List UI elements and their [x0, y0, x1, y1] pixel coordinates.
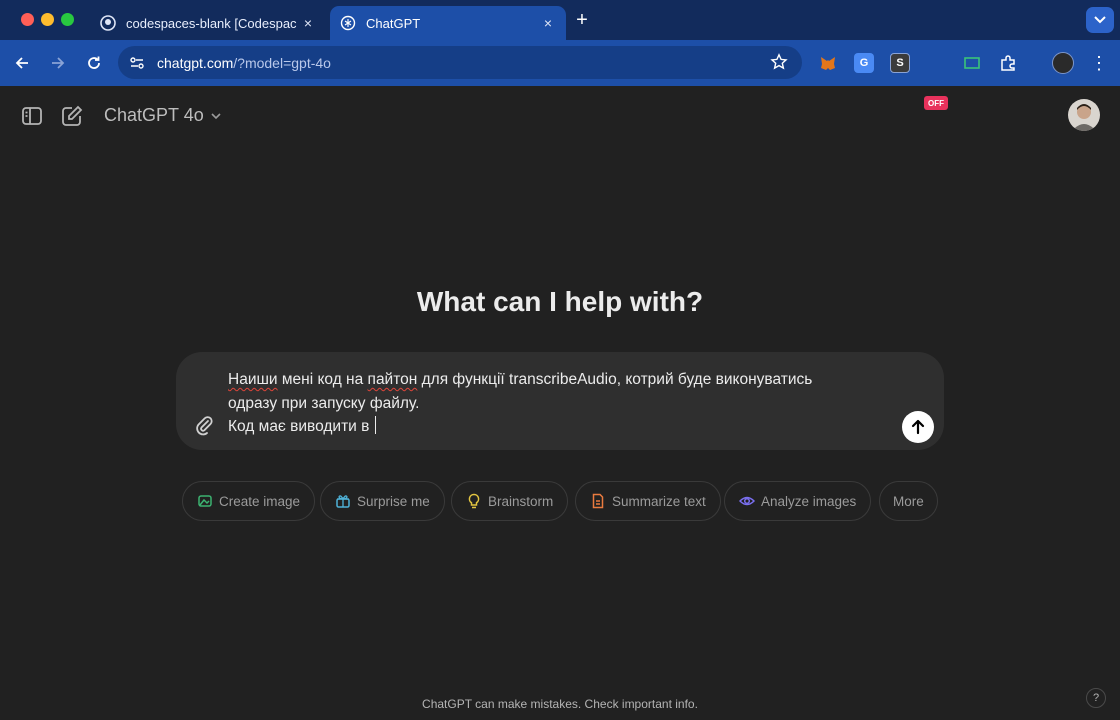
url-host: chatgpt.com: [157, 55, 234, 71]
composer-text-segment: для функції transcribeAudio, котрий буде…: [417, 371, 813, 388]
browser-profile-avatar[interactable]: [1052, 52, 1074, 74]
browser-menu-icon[interactable]: ⋮: [1090, 52, 1108, 74]
url-text: chatgpt.com/?model=gpt-4o: [157, 55, 331, 71]
document-icon: [592, 493, 604, 509]
composer-text-line: Код має виводити в: [228, 418, 374, 435]
metamask-icon[interactable]: [818, 53, 838, 73]
chip-summarize-text[interactable]: Summarize text: [575, 481, 721, 521]
arrow-left-icon: [15, 57, 28, 69]
chip-brainstorm[interactable]: Brainstorm: [451, 481, 569, 521]
new-tab-button[interactable]: +: [572, 10, 592, 30]
message-input[interactable]: Наиши мені код на пайтон для функції tra…: [228, 368, 868, 439]
close-tab-icon[interactable]: ×: [300, 15, 316, 31]
text-cursor: [374, 416, 376, 434]
tab-search-button[interactable]: [1086, 7, 1114, 33]
misspelled-word: пайтон: [367, 371, 418, 388]
chip-label: Create image: [219, 493, 301, 509]
arrow-up-icon: [911, 419, 925, 435]
chip-surprise-me[interactable]: Surprise me: [320, 481, 445, 521]
page-title: What can I help with?: [416, 286, 704, 317]
chip-more[interactable]: More: [879, 481, 938, 521]
url-path: /?model=gpt-4o: [233, 55, 331, 71]
surprise-gift-icon: [336, 495, 350, 508]
model-selector[interactable]: ChatGPT 4o: [104, 105, 222, 126]
create-image-icon: [198, 495, 212, 507]
browser-tab-chatgpt[interactable]: ChatGPT ×: [330, 6, 566, 40]
reload-icon: [88, 56, 100, 69]
close-window-button[interactable]: [21, 13, 34, 26]
chip-create-image[interactable]: Create image: [182, 481, 316, 521]
browser-toolbar: chatgpt.com/?model=gpt-4o G S OFF ⋮: [0, 40, 1120, 110]
browser-tab-codespaces[interactable]: codespaces-blank [Codespac ×: [90, 6, 326, 40]
chevron-down-icon: [1094, 16, 1106, 24]
chevron-down-icon: [211, 112, 221, 119]
chip-analyze-images[interactable]: Analyze images: [724, 481, 872, 521]
minimize-window-button[interactable]: [41, 13, 54, 26]
close-tab-icon[interactable]: ×: [540, 15, 556, 31]
s-extension-icon[interactable]: S: [890, 53, 910, 73]
extensions-puzzle-icon[interactable]: [998, 53, 1018, 73]
back-button[interactable]: [10, 51, 34, 75]
sidebar-toggle-icon[interactable]: [20, 104, 44, 128]
send-button[interactable]: [902, 411, 934, 443]
github-icon: [100, 15, 116, 31]
site-settings-icon[interactable]: [128, 54, 146, 72]
arrow-right-icon: [52, 57, 65, 69]
browser-titlebar: codespaces-blank [Codespac × ChatGPT × +: [0, 0, 1120, 40]
composer-text-line: одразу при запуску файлу.: [228, 394, 420, 412]
suggestion-chips: Create image Surprise me Brainstorm Summ…: [0, 481, 1120, 521]
user-avatar[interactable]: [1068, 99, 1100, 131]
disclaimer-text: ChatGPT can make mistakes. Check importa…: [422, 697, 698, 711]
model-label: ChatGPT 4o: [104, 105, 204, 125]
chat-header: ChatGPT 4o: [0, 86, 1120, 146]
eye-icon: [739, 496, 755, 506]
chip-label: Summarize text: [612, 493, 706, 509]
bookmark-star-icon[interactable]: [770, 53, 788, 71]
tab-label: codespaces-blank [Codespac: [126, 15, 297, 31]
new-chat-icon[interactable]: [60, 104, 84, 128]
chip-label: More: [893, 493, 924, 509]
help-button[interactable]: ?: [1086, 688, 1106, 708]
misspelled-word: Наиши: [228, 371, 278, 388]
forward-button[interactable]: [46, 51, 70, 75]
chip-label: Analyze images: [761, 493, 857, 509]
chip-label: Brainstorm: [488, 493, 554, 509]
reload-button[interactable]: [82, 51, 106, 75]
screen-capture-icon[interactable]: [962, 53, 982, 73]
message-composer[interactable]: Наиши мені код на пайтон для функції tra…: [176, 352, 944, 450]
composer-text-segment: мені код на: [277, 371, 368, 388]
tab-label: ChatGPT: [366, 15, 421, 31]
openai-icon: [340, 15, 356, 31]
chip-label: Surprise me: [357, 493, 430, 509]
google-translate-icon[interactable]: G: [854, 53, 874, 73]
attach-paperclip-icon[interactable]: [194, 414, 214, 436]
address-bar[interactable]: chatgpt.com/?model=gpt-4o: [118, 46, 802, 79]
lightbulb-icon: [468, 493, 480, 509]
maximize-window-button[interactable]: [61, 13, 74, 26]
